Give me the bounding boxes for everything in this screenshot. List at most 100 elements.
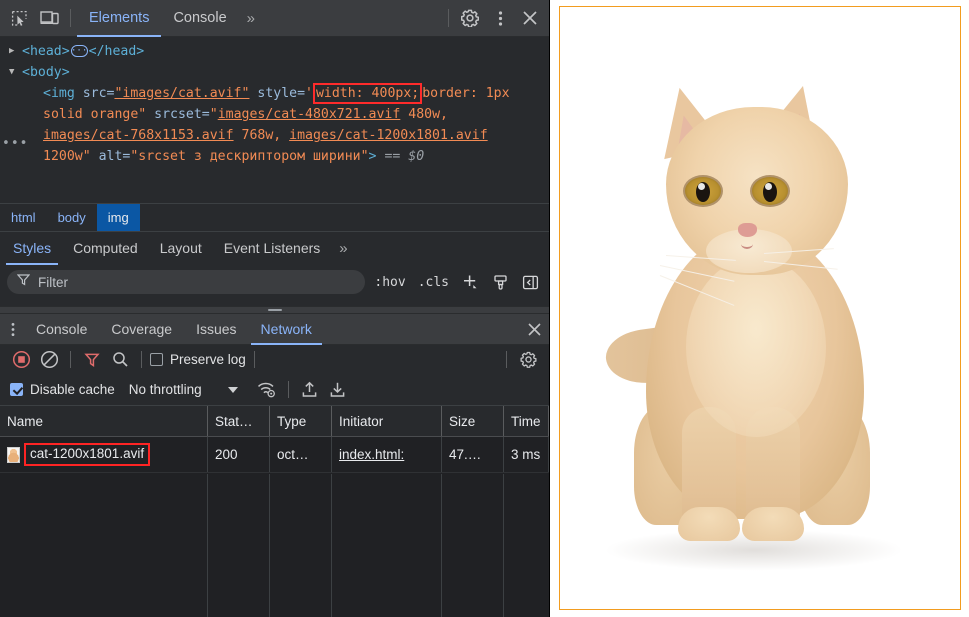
tab-elements[interactable]: Elements (77, 0, 162, 37)
srcset-link-480[interactable]: images/cat-480x721.avif (218, 107, 401, 122)
toolbar-divider (70, 351, 71, 368)
network-toolbar-secondary: Disable cache No throttling (0, 374, 549, 405)
tab-styles[interactable]: Styles (2, 232, 62, 265)
device-toolbar-icon[interactable] (34, 5, 64, 31)
toggle-sidebar-icon[interactable] (518, 271, 542, 293)
throttling-select[interactable]: No throttling (129, 382, 238, 397)
tab-computed[interactable]: Computed (62, 232, 149, 265)
grid-line-5 (442, 474, 504, 617)
cat-image-element[interactable] (558, 6, 961, 610)
dom-node-img[interactable]: <img src="images/cat.avif" style=' width:… (0, 83, 510, 167)
srcset-quote: " (209, 107, 218, 122)
grid-line-1 (0, 474, 208, 617)
column-header-time[interactable]: Time (504, 406, 549, 436)
search-icon[interactable] (107, 348, 133, 372)
column-header-name[interactable]: Name (0, 406, 208, 436)
breadcrumb: html body img (0, 203, 549, 231)
breadcrumb-item-img[interactable]: img (96, 204, 140, 231)
disable-cache-checkbox[interactable]: Disable cache (10, 382, 115, 397)
column-header-initiator[interactable]: Initiator (332, 406, 442, 436)
drawer-tab-network[interactable]: Network (249, 314, 324, 345)
record-stop-icon[interactable] (8, 348, 34, 372)
attr-alt-name: alt= (90, 149, 131, 164)
breadcrumb-item-body[interactable]: body (47, 204, 97, 231)
cell-type: oct… (270, 437, 332, 472)
inspect-element-icon[interactable] (4, 5, 34, 31)
img-tag-open: <img (43, 86, 83, 101)
kitten-illustration (560, 7, 960, 609)
close-icon[interactable] (515, 5, 545, 31)
preserve-log-label: Preserve log (170, 352, 246, 367)
toolbar-divider-2 (448, 9, 449, 27)
cell-size: 47.… (442, 437, 504, 472)
column-header-status[interactable]: Stat… (208, 406, 270, 436)
attr-srcset-name: srcset= (146, 107, 210, 122)
expand-arrow-icon[interactable]: ▶ (9, 41, 14, 62)
plus-icon[interactable] (458, 271, 482, 293)
initiator-link[interactable]: index.html: (339, 447, 404, 462)
gear-icon[interactable] (455, 5, 485, 31)
highlighted-style-width[interactable]: width: 400px; (312, 83, 423, 104)
clear-icon[interactable] (36, 348, 62, 372)
breadcrumb-item-html[interactable]: html (0, 204, 47, 231)
table-row[interactable]: cat-1200x1801.avif 200 oct… index.html: … (0, 437, 549, 473)
styles-filter-input[interactable]: Filter (7, 270, 366, 294)
funnel-icon (16, 273, 31, 291)
request-name-highlighted[interactable]: cat-1200x1801.avif (24, 443, 151, 466)
dom-tree[interactable]: ••• ▶ <head>···</head> ▼ <body> <img src… (0, 37, 549, 203)
attr-style-name: style= (249, 86, 306, 101)
kitten-mouth (740, 239, 753, 249)
selected-node-ref: $0 (408, 149, 425, 164)
collapsed-content-badge[interactable]: ··· (70, 45, 88, 57)
srcset-link-768[interactable]: images/cat-768x1153.avif (43, 128, 234, 143)
funnel-icon[interactable] (79, 348, 105, 372)
more-tabs-button[interactable]: » (239, 0, 263, 37)
tag-close-head: </head> (88, 44, 145, 59)
upload-icon[interactable] (297, 378, 323, 402)
kitten-eye-gleam-right (764, 183, 772, 190)
network-toolbar-primary: Preserve log (0, 345, 549, 374)
srcset-width-768: 768w, (233, 128, 290, 143)
cell-name[interactable]: cat-1200x1801.avif (0, 437, 208, 472)
kebab-menu-icon[interactable] (485, 5, 515, 31)
cls-button[interactable]: .cls (415, 275, 452, 290)
tab-console[interactable]: Console (161, 0, 238, 37)
hov-button[interactable]: :hov (371, 275, 408, 290)
srcset-width-1200: 1200w" (43, 149, 91, 164)
drawer-tab-issues[interactable]: Issues (184, 314, 248, 345)
dom-node-body[interactable]: ▼ <body> (0, 62, 549, 83)
devtools-window: Elements Console » ••• ▶ <head>···</head… (0, 0, 969, 617)
preserve-log-box[interactable] (150, 353, 163, 366)
drawer-tab-coverage[interactable]: Coverage (99, 314, 184, 345)
cell-initiator[interactable]: index.html: (332, 437, 442, 472)
paintbrush-icon[interactable] (488, 271, 512, 293)
dom-node-head[interactable]: ▶ <head>···</head> (0, 41, 549, 62)
tab-event-listeners[interactable]: Event Listeners (213, 232, 332, 265)
preserve-log-checkbox[interactable]: Preserve log (150, 352, 246, 367)
toolbar-divider-3 (253, 351, 255, 368)
table-header-row: Name Stat… Type Initiator Size Time (0, 406, 549, 437)
styles-filter-placeholder: Filter (38, 274, 68, 290)
grid-line-4 (332, 474, 442, 617)
attr-alt-value: "srcset з дескриптором ширини" (130, 149, 369, 164)
tag-open-body: <body> (22, 65, 70, 80)
column-header-size[interactable]: Size (442, 406, 504, 436)
download-icon[interactable] (325, 378, 351, 402)
wifi-settings-icon[interactable] (254, 378, 280, 402)
collapse-arrow-icon[interactable]: ▼ (9, 62, 14, 83)
gear-icon[interactable] (515, 348, 541, 372)
styles-more-tabs-button[interactable]: » (331, 232, 355, 265)
cell-time: 3 ms (504, 437, 549, 472)
close-icon[interactable] (519, 314, 549, 345)
tag-open-head: <head> (22, 44, 70, 59)
column-header-type[interactable]: Type (270, 406, 332, 436)
dropdown-caret-icon[interactable] (227, 386, 238, 393)
srcset-link-1200[interactable]: images/cat-1200x1801.avif (289, 128, 488, 143)
tab-layout[interactable]: Layout (149, 232, 213, 265)
disable-cache-box[interactable] (10, 383, 23, 396)
network-requests-table[interactable]: Name Stat… Type Initiator Size Time cat-… (0, 405, 549, 617)
attr-src-value[interactable]: "images/cat.avif" (114, 86, 249, 101)
drawer-tab-console[interactable]: Console (24, 314, 99, 345)
kebab-menu-icon[interactable] (2, 314, 24, 345)
toolbar-divider-4 (506, 351, 507, 368)
